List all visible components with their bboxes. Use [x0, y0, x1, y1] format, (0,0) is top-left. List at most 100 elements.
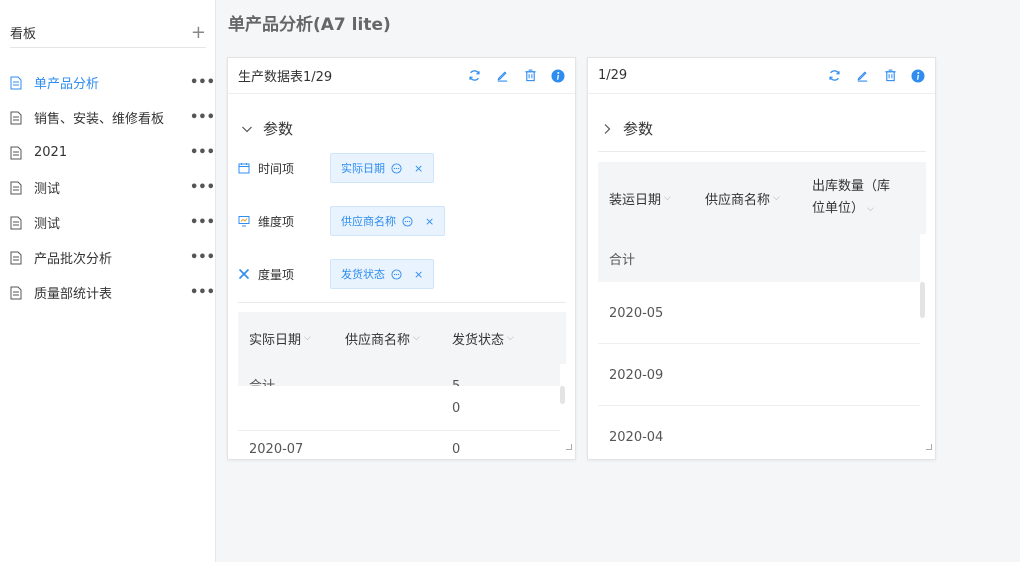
sidebar-item-label: 2021 [34, 145, 68, 160]
row-divider [598, 343, 920, 344]
refresh-icon[interactable] [827, 69, 841, 83]
sum-label: 合计 [238, 375, 452, 386]
table-row: 2020-09 [598, 360, 920, 390]
table-row: 0 [238, 396, 560, 420]
calendar-icon [238, 163, 250, 174]
refresh-icon[interactable] [467, 69, 481, 83]
column-header[interactable]: 供应商名称 ⌵ [345, 329, 452, 348]
resize-handle[interactable] [926, 444, 932, 450]
param-chip[interactable]: 发货状态 × [330, 259, 435, 289]
measure-icon [238, 268, 250, 280]
more-options-icon[interactable]: ••• [190, 75, 215, 90]
more-options-icon[interactable]: ••• [190, 180, 215, 195]
more-options-icon[interactable]: ••• [190, 285, 215, 300]
params-section-header[interactable]: 参数 [601, 118, 653, 139]
scrollbar[interactable] [560, 386, 565, 404]
sidebar-item[interactable]: 2021 ••• [0, 135, 216, 170]
sidebar-item-label: 测试 [34, 182, 61, 197]
edit-icon[interactable] [495, 69, 509, 83]
column-header[interactable]: 发货状态 ⌵ [452, 329, 552, 348]
params-section-header[interactable]: 参数 [241, 118, 293, 139]
column-label: 出库数量（库 [812, 179, 891, 194]
chip-close-icon[interactable]: × [414, 268, 423, 281]
add-dashboard-icon[interactable]: + [191, 23, 206, 42]
param-chip[interactable]: 供应商名称 × [330, 206, 446, 236]
sidebar-item[interactable]: 测试 ••• [0, 205, 216, 240]
section-title: 参数 [263, 120, 294, 138]
sidebar-item[interactable]: 销售、安装、维修看板 ••• [0, 100, 216, 135]
scrollbar[interactable] [920, 282, 925, 318]
delete-icon[interactable] [523, 69, 537, 83]
chip-label: 实际日期 [341, 162, 385, 175]
document-icon [10, 181, 22, 194]
page-title: 单产品分析(A7 lite) [228, 15, 391, 35]
delete-icon[interactable] [883, 69, 897, 83]
sidebar-item[interactable]: 质量部统计表 ••• [0, 275, 216, 310]
column-header[interactable]: 装运日期 ⌵ [598, 189, 705, 208]
column-label: 实际日期 [249, 332, 302, 348]
dimension-icon [238, 216, 250, 227]
row-divider [238, 430, 560, 431]
sidebar-header: 看板 + [10, 18, 206, 48]
chip-close-icon[interactable]: × [425, 215, 434, 228]
more-options-icon[interactable]: ••• [190, 250, 215, 265]
column-label: 发货状态 [452, 332, 505, 348]
info-icon[interactable] [911, 69, 925, 83]
column-header[interactable]: 出库数量（库 位单位） ⌵ [812, 176, 912, 220]
chevron-down-icon: ⌵ [413, 333, 420, 343]
column-label-continued: 位单位） [812, 201, 865, 216]
sidebar-item[interactable]: 产品批次分析 ••• [0, 240, 216, 275]
table-header: 装运日期 ⌵ 供应商名称 ⌵ 出库数量（库 位单位） ⌵ [598, 162, 926, 234]
panel-production-table: 生产数据表1/29 参数 时间项 实际日期 × 维度项 供应商名称 × 度量项 … [227, 57, 576, 460]
sidebar-item-label: 测试 [34, 217, 61, 232]
column-label: 供应商名称 [705, 192, 771, 208]
sum-value: 5 [452, 379, 460, 386]
chip-close-icon[interactable]: × [414, 162, 423, 175]
param-chip[interactable]: 实际日期 × [330, 153, 435, 183]
cell-value: 0 [452, 400, 461, 416]
chevron-right-icon [604, 123, 611, 134]
comment-icon[interactable] [402, 215, 413, 227]
panel-header: 生产数据表1/29 [228, 58, 575, 94]
param-row-dimension: 维度项 供应商名称 × [228, 206, 446, 236]
panel-toolbar [467, 69, 565, 83]
section-divider [238, 302, 566, 303]
table-row: 2020-05 [598, 298, 920, 328]
more-options-icon[interactable]: ••• [190, 215, 215, 230]
section-title: 参数 [623, 120, 654, 138]
sidebar: 看板 + 单产品分析 ••• 销售、安装、维修看板 ••• 2021 ••• 测试 ••• 测试… [0, 0, 216, 562]
panel-toolbar [827, 69, 925, 83]
document-icon [10, 286, 22, 299]
document-icon [10, 76, 22, 89]
cell-value: 0 [452, 442, 461, 456]
chip-label: 发货状态 [341, 268, 385, 281]
resize-handle[interactable] [566, 444, 572, 450]
comment-icon[interactable] [391, 162, 402, 174]
document-icon [10, 111, 22, 124]
table-row: 2020-07 0 [238, 442, 560, 456]
table-row: 2020-04 [598, 424, 920, 450]
chevron-down-icon: ⌵ [773, 193, 780, 203]
panel-shipping-table: 1/29 参数 装运日期 ⌵ 供应商名称 ⌵ 出库数量（库 位单位） ⌵ 合计 … [587, 57, 936, 460]
document-icon [10, 251, 22, 264]
chip-label: 供应商名称 [341, 215, 396, 228]
cell-date: 2020-05 [609, 305, 664, 321]
sidebar-item-label: 单产品分析 [34, 77, 100, 92]
comment-icon[interactable] [391, 268, 402, 280]
column-header[interactable]: 实际日期 ⌵ [238, 329, 345, 348]
param-label: 时间项 [258, 161, 295, 176]
more-options-icon[interactable]: ••• [190, 145, 215, 160]
sidebar-item[interactable]: 测试 ••• [0, 170, 216, 205]
param-label: 维度项 [258, 214, 295, 229]
edit-icon[interactable] [855, 69, 869, 83]
column-header[interactable]: 供应商名称 ⌵ [705, 189, 812, 208]
row-divider [598, 405, 920, 406]
panel-title: 生产数据表1/29 [238, 70, 333, 85]
more-options-icon[interactable]: ••• [190, 110, 215, 125]
sidebar-item-label: 质量部统计表 [34, 287, 113, 302]
info-icon[interactable] [551, 69, 565, 83]
column-label: 装运日期 [609, 192, 662, 208]
table-header: 实际日期 ⌵ 供应商名称 ⌵ 发货状态 ⌵ [238, 312, 566, 364]
chevron-down-icon: ⌵ [867, 204, 874, 214]
sidebar-item[interactable]: 单产品分析 ••• [0, 65, 216, 100]
